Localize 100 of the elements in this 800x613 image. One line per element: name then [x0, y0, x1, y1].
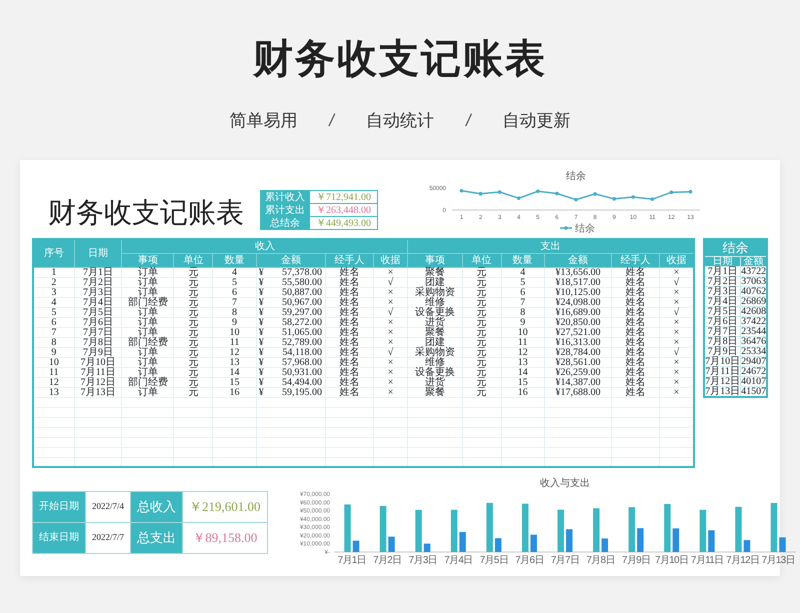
table-cell: 元: [174, 287, 213, 297]
table-cell: ×: [659, 367, 694, 377]
table-cell: 36476: [740, 336, 768, 346]
table-cell: 姓名: [612, 327, 660, 337]
table-cell: ¥10,125.00: [544, 287, 612, 297]
table-cell: 10: [212, 327, 256, 337]
table-cell: 姓名: [612, 307, 660, 317]
total-value: ￥89,158.00: [182, 522, 268, 553]
table-cell: ¥: [256, 307, 272, 317]
column-header: 单位: [462, 253, 502, 267]
table-cell: ×: [659, 377, 694, 387]
table-cell: 7月11日: [704, 366, 741, 376]
bar: [486, 502, 492, 552]
table-cell: 姓名: [612, 267, 660, 277]
table-cell: ×: [373, 317, 408, 327]
table-cell: 7月8日: [74, 337, 122, 347]
table-cell: 15: [212, 377, 256, 387]
column-header: 经手人: [326, 253, 374, 267]
table-cell: 3: [33, 287, 74, 297]
table-cell: 7月7日: [74, 327, 122, 337]
axis-label: 7月6日: [514, 555, 544, 566]
data-point: [536, 189, 540, 194]
table-cell: ¥16,313.00: [544, 337, 612, 347]
data-point: [670, 190, 674, 194]
column-header: 金额: [544, 253, 612, 267]
axis-label: 7月3日: [408, 555, 437, 566]
column-header: 收据: [373, 253, 408, 267]
table-cell: 42608: [740, 306, 768, 316]
bar: [743, 540, 750, 552]
table-cell: 元: [462, 377, 502, 387]
table-cell: ¥: [256, 347, 272, 357]
column-header: 事项: [122, 253, 174, 267]
table-cell: ¥13,656.00: [544, 267, 612, 277]
table-cell: 订单: [122, 367, 174, 377]
bar: [530, 534, 536, 552]
column-header: 经手人: [612, 253, 660, 267]
table-cell: 团建: [408, 337, 462, 347]
table-cell: ¥17,688.00: [544, 387, 612, 397]
table-cell: 元: [462, 267, 502, 277]
bar: [672, 528, 679, 552]
table-cell: 姓名: [326, 337, 374, 347]
table-cell: 团建: [408, 277, 462, 287]
table-cell: 元: [174, 347, 213, 357]
table-cell: 55,580.00: [271, 277, 326, 287]
table-cell: ¥: [256, 277, 272, 287]
table-cell: 设备更换: [408, 367, 462, 377]
table-cell: 元: [462, 327, 502, 337]
data-point: [688, 190, 692, 194]
table-cell: 23544: [740, 326, 768, 336]
table-cell: 订单: [122, 277, 174, 287]
table-cell: 11: [33, 367, 74, 377]
data-point: [498, 190, 502, 194]
table-cell: 订单: [122, 267, 174, 277]
total-value: ￥219,601.00: [182, 491, 268, 522]
table-cell: 59,195.00: [271, 387, 326, 397]
table-cell: 6: [501, 287, 544, 297]
table-cell: 7月9日: [74, 347, 122, 357]
table-cell: ×: [373, 337, 408, 347]
table-cell: 43722: [740, 266, 768, 276]
table-cell: 姓名: [612, 387, 660, 397]
axis-label: 7月7日: [550, 555, 579, 566]
table-cell: 进货: [408, 317, 462, 327]
table-cell: 7月4日: [74, 297, 122, 307]
table-cell: 元: [462, 277, 502, 287]
tagline: 自动统计: [366, 110, 434, 132]
table-cell: 6: [33, 317, 74, 327]
table-cell: 姓名: [612, 347, 660, 357]
table-cell: 14: [212, 367, 256, 377]
data-point: [650, 197, 654, 201]
column-header: 支出: [408, 239, 694, 253]
table-cell: 9: [33, 347, 74, 357]
table-cell: ×: [373, 297, 408, 307]
table-cell: 11: [501, 337, 544, 347]
table-cell: 4: [212, 267, 256, 277]
table-cell: 姓名: [612, 317, 660, 327]
table-cell: √: [373, 277, 408, 287]
bar: [352, 540, 359, 552]
table-cell: 元: [174, 307, 213, 317]
table-cell: ×: [659, 287, 694, 297]
bar: [770, 502, 777, 552]
table-cell: 37422: [740, 316, 768, 326]
table-cell: 部门经费: [122, 297, 174, 307]
table-cell: 姓名: [326, 357, 374, 367]
table-cell: √: [659, 307, 694, 317]
table-cell: 59,297.00: [271, 307, 326, 317]
table-cell: 7月1日: [704, 266, 741, 276]
table-cell: 37063: [740, 276, 768, 286]
table-cell: 5: [212, 277, 256, 287]
legend-marker: [560, 226, 572, 230]
table-cell: ¥20,850.00: [544, 317, 612, 327]
table-cell: ×: [659, 327, 694, 337]
tagline: 自动更新: [502, 110, 571, 132]
data-point: [460, 188, 464, 193]
table-cell: ×: [659, 297, 694, 307]
summary-label: 累计支出: [260, 204, 310, 216]
table-cell: 40107: [740, 376, 768, 386]
date-value: 2022/7/7: [86, 522, 131, 553]
table-cell: 姓名: [326, 347, 374, 357]
table-cell: 姓名: [326, 307, 374, 317]
legend-label: 结余: [575, 224, 595, 234]
